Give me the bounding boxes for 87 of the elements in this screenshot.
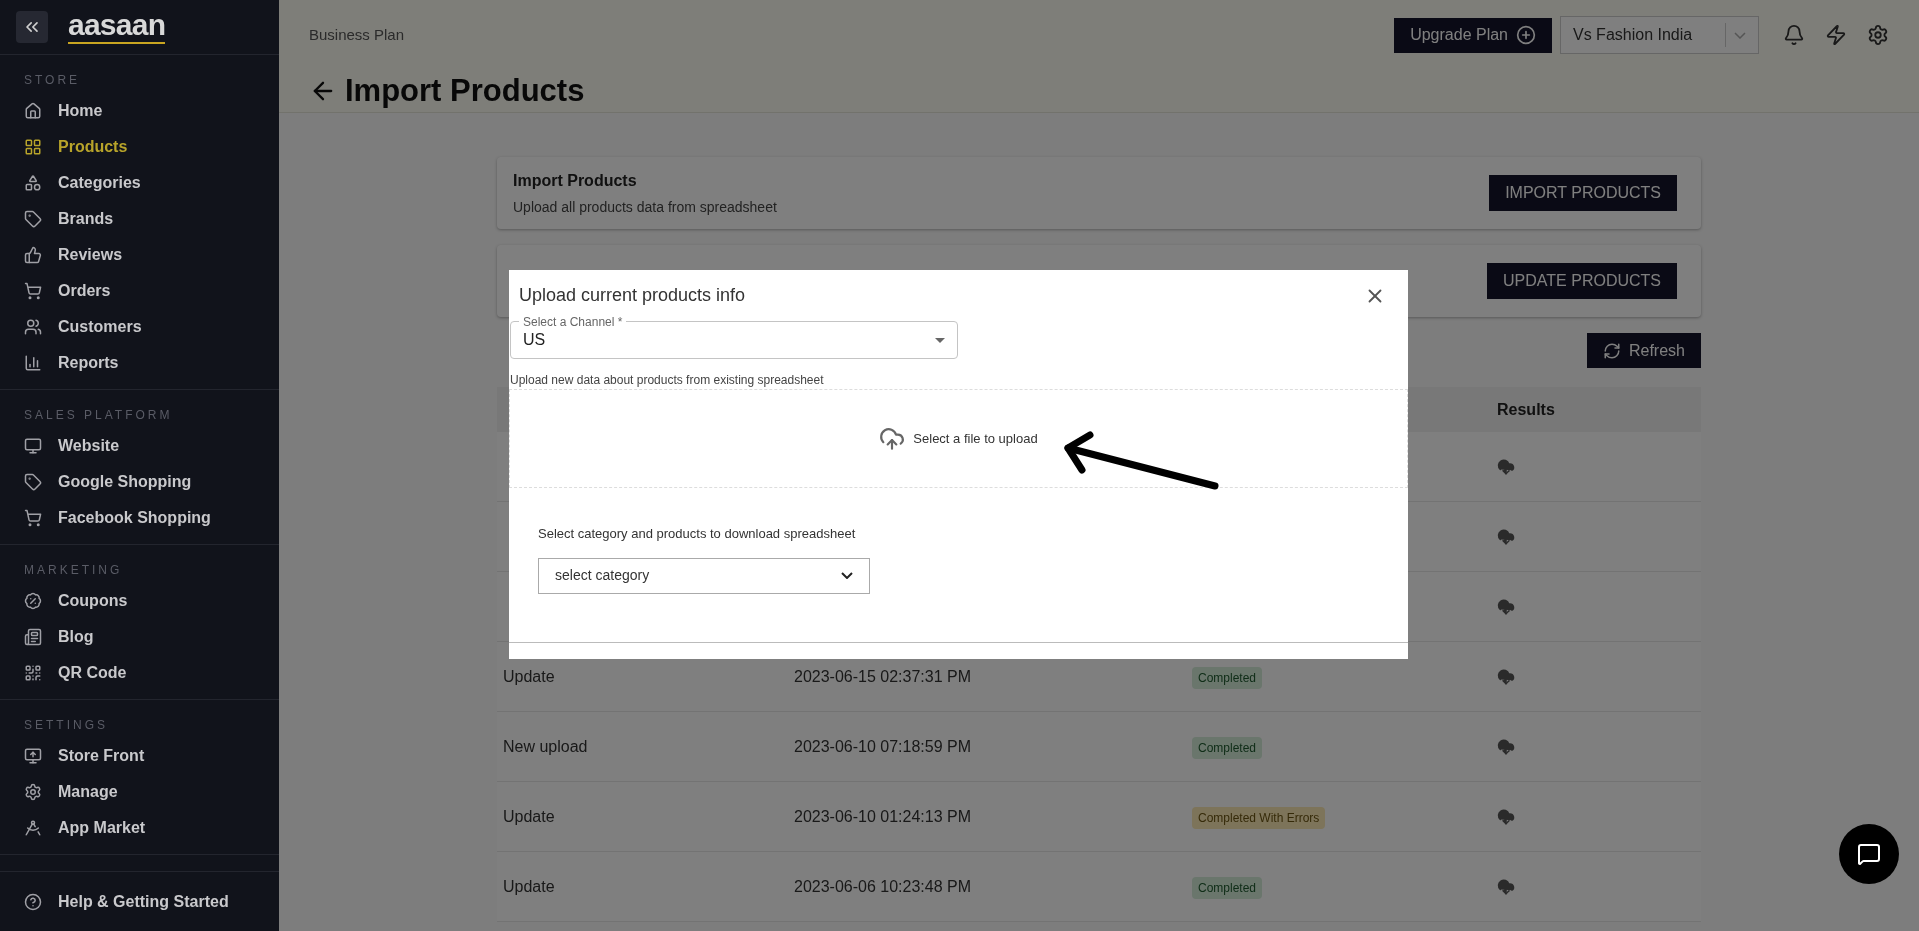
download-icon [1497,877,1515,896]
card-subtitle: Upload all products data from spreadsheet [513,197,778,217]
card-title: Import Products [513,170,638,191]
document-icon [24,628,42,646]
chat-icon [1857,842,1881,866]
table-cell: 2023-06-10 07:18:59 PM [794,737,971,755]
download-icon [1497,527,1515,546]
category-label: Select category and products to download spreadsheet [538,525,857,543]
shapes-icon [24,174,42,192]
card-action-button[interactable]: IMPORT PRODUCTS [1489,175,1677,211]
status-badge: Completed [1192,736,1263,759]
section-label: STORE [23,72,82,89]
tag-icon [24,210,42,228]
bar-chart-icon [24,354,42,372]
cart-icon [24,509,42,527]
monitor-icon [24,437,42,455]
download-icon [1497,667,1515,686]
qr-code-icon [24,664,42,682]
sidebar-item[interactable]: Coupons [0,583,279,619]
sidebar-item[interactable]: Facebook Shopping [0,500,279,536]
coupon-icon [24,592,42,610]
sidebar-item[interactable]: Blog [0,619,279,655]
section-label: SALES PLATFORM [23,407,174,424]
help-icon [24,892,42,911]
bell-icon [1783,24,1805,46]
logo: aasaan [68,10,166,44]
page-title: Import Products [345,72,585,110]
sidebar-item[interactable]: Manage [0,774,279,810]
file-dropzone[interactable]: Select a file to upload [509,389,1408,488]
cloud-upload-icon [879,425,906,452]
upgrade-plan-button[interactable]: Upgrade Plan [1394,17,1552,53]
settings-icon [1867,24,1889,46]
status-badge: Completed [1192,876,1263,899]
chevron-down-icon [841,572,853,579]
sidebar-item[interactable]: Customers [0,309,279,345]
helper-text: Upload new data about products from existing spreadsheet [510,372,825,389]
chat-button[interactable] [1839,824,1899,884]
users-icon [24,318,42,336]
download-icon [1497,737,1515,756]
category-select[interactable]: select category [538,557,870,594]
cart-icon [24,282,42,300]
download-icon [1497,457,1515,476]
table-cell: Update [503,807,555,825]
sidebar-item[interactable]: Reports [0,345,279,381]
table-cell: Update [503,877,555,895]
sidebar-item[interactable]: Google Shopping [0,464,279,500]
lightning-icon [1825,24,1847,46]
sidebar-item[interactable]: Home [0,93,279,129]
refresh-button[interactable]: Refresh [1586,333,1701,368]
table-cell: 2023-06-10 01:24:13 PM [794,807,971,825]
sidebar-item[interactable]: Products [0,129,279,165]
sidebar-item[interactable]: Reviews [0,237,279,273]
sidebar-item[interactable]: Orders [0,273,279,309]
status-badge: Completed [1192,666,1263,689]
compass-icon [24,819,42,837]
collapse-sidebar-button[interactable] [16,11,48,43]
plus-icon [1516,25,1536,45]
grid-icon [24,138,42,156]
sidebar-item[interactable]: Store Front [0,738,279,774]
laptop-icon [24,747,42,765]
home-icon [24,102,42,120]
sidebar-item[interactable]: Brands [0,201,279,237]
section-label: MARKETING [23,562,124,579]
sidebar-item[interactable]: App Market [0,810,279,846]
table-cell: New upload [503,737,588,755]
chevron-down-icon [1734,31,1746,39]
status-badge: Completed With Errors [1192,806,1326,829]
sidebar-item[interactable]: Website [0,428,279,464]
download-icon [1497,597,1515,616]
tag-icon [24,473,42,491]
help-link[interactable]: Help & Getting Started [58,889,229,914]
card-action-button[interactable]: UPDATE PRODUCTS [1487,263,1677,299]
table-cell: 2023-06-15 02:37:31 PM [794,667,971,685]
refresh-icon [1602,341,1621,360]
thumbs-up-icon [24,246,42,264]
sidebar-item[interactable]: Categories [0,165,279,201]
settings-icon [24,783,42,801]
table-cell: Update [503,667,555,685]
plan-label: Business Plan [309,24,406,45]
modal-title: Upload current products info [519,284,746,307]
sidebar-item[interactable]: QR Code [0,655,279,691]
table-cell: 2023-06-06 10:23:48 PM [794,877,971,895]
dropdown-caret-icon [935,337,945,343]
store-select[interactable]: Vs Fashion India [1560,16,1759,54]
section-label: SETTINGS [23,717,109,734]
download-icon [1497,807,1515,826]
column-header: Results [1497,399,1555,420]
